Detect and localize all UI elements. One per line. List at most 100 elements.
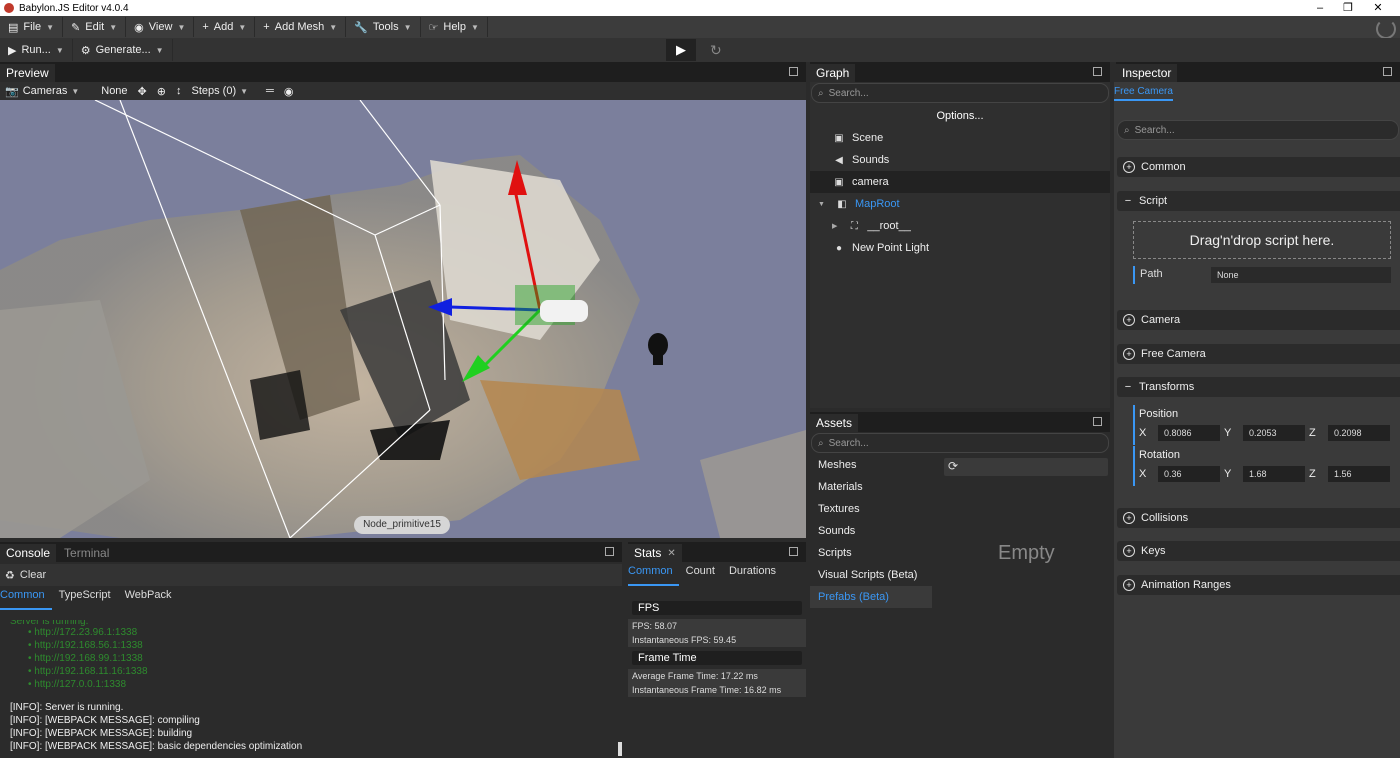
frame-time-section[interactable]: Frame Time — [632, 651, 802, 665]
console-output[interactable]: Server is running. • http://172.23.96.1:… — [0, 620, 622, 758]
rotation-x-field[interactable]: 0.36 — [1158, 466, 1220, 482]
log-url: • http://192.168.11.16:1338 — [28, 666, 148, 677]
menu-add[interactable]: + Add ▼ — [194, 17, 256, 37]
position-z-field[interactable]: 0.2098 — [1328, 425, 1390, 441]
graph-item-root[interactable]: ▶ ⛶ __root__ — [810, 215, 1110, 237]
maximize-icon[interactable] — [605, 547, 614, 556]
assets-search-input[interactable]: ⌕ Search... — [811, 433, 1109, 453]
rotate-icon[interactable]: ⊕ — [152, 82, 171, 100]
generate-button[interactable]: ⚙ Generate... ▼ — [73, 39, 173, 61]
search-icon: ⌕ — [1124, 124, 1130, 136]
steps-dropdown[interactable]: Steps (0) ▼ — [186, 82, 253, 100]
asset-category-prefabs[interactable]: Prefabs (Beta) — [810, 586, 932, 608]
section-keys[interactable]: + Keys — [1117, 541, 1400, 561]
eye-icon: ◉ — [134, 21, 144, 34]
asset-category-visual-scripts[interactable]: Visual Scripts (Beta) — [810, 564, 932, 586]
cameras-dropdown[interactable]: 📷 Cameras ▼ — [0, 82, 84, 100]
maximize-icon[interactable] — [1093, 417, 1102, 426]
inspector-search-input[interactable]: ⌕ Search... — [1117, 120, 1399, 140]
rotation-z-field[interactable]: 1.56 — [1328, 466, 1390, 482]
log-line: [INFO]: Server is running. — [10, 702, 124, 713]
tab-terminal[interactable]: Terminal — [58, 544, 116, 562]
tab-inspector[interactable]: Inspector — [1116, 64, 1178, 82]
tab-label: Inspector — [1122, 66, 1172, 80]
asset-category-sounds[interactable]: Sounds — [810, 520, 932, 542]
gizmo-none-button[interactable]: None — [96, 82, 132, 100]
chevron-right-icon[interactable]: ▶ — [832, 222, 837, 230]
path-dropdown[interactable]: None — [1211, 267, 1391, 283]
log-url: • http://127.0.0.1:1338 — [28, 679, 127, 690]
graph-item-scene[interactable]: ▣ Scene — [810, 127, 1110, 149]
menu-tools[interactable]: 🔧 Tools ▼ — [346, 17, 421, 37]
refresh-icon[interactable]: ⟳ — [948, 459, 958, 473]
tab-stats[interactable]: Stats ✕ — [628, 544, 682, 562]
restart-icon[interactable]: ↻ — [710, 42, 722, 59]
graph-item-camera[interactable]: ▣ camera — [810, 171, 1110, 193]
menu-help[interactable]: ☞ Help ▼ — [421, 17, 488, 37]
play-icon: ▶ — [676, 42, 686, 57]
grid-icon[interactable]: ═ — [261, 82, 279, 100]
position-x-field[interactable]: 0.8086 — [1158, 425, 1220, 441]
chevron-down-icon[interactable]: ▼ — [818, 201, 825, 208]
script-drop-zone[interactable]: Drag'n'drop script here. — [1133, 221, 1391, 259]
scale-icon[interactable]: ↕ — [171, 82, 187, 100]
maximize-icon[interactable] — [1383, 67, 1392, 76]
graph-search-input[interactable]: ⌕ Search... — [811, 83, 1109, 103]
play-scene-button[interactable]: ▶ — [666, 39, 696, 61]
options-button[interactable]: Options... — [810, 105, 1110, 127]
asset-category-textures[interactable]: Textures — [810, 498, 932, 520]
clear-button[interactable]: ♻ Clear — [0, 569, 46, 582]
menu-file[interactable]: ▤ File ▼ — [0, 17, 64, 37]
section-free-camera[interactable]: + Free Camera — [1117, 344, 1400, 364]
menu-edit[interactable]: ✎ Edit ▼ — [63, 17, 127, 37]
close-icon[interactable]: ✕ — [1358, 0, 1398, 16]
console-scrollbar[interactable] — [618, 742, 622, 756]
section-collisions[interactable]: + Collisions — [1117, 508, 1400, 528]
section-animation-ranges[interactable]: + Animation Ranges — [1117, 575, 1400, 595]
section-common[interactable]: + Common — [1117, 157, 1400, 177]
tab-assets[interactable]: Assets — [810, 414, 859, 432]
eye-icon[interactable]: ◉ — [279, 82, 299, 100]
graph-item-maproot[interactable]: ▼ ◧ MapRoot — [810, 193, 1110, 215]
tab-free-camera[interactable]: Free Camera — [1114, 86, 1173, 101]
maximize-icon[interactable] — [789, 67, 798, 76]
menu-view[interactable]: ◉ View ▼ — [126, 17, 195, 37]
maximize-icon[interactable] — [1093, 67, 1102, 76]
tab-durations[interactable]: Durations — [722, 562, 783, 586]
maximize-icon[interactable] — [789, 547, 798, 556]
item-label: New Point Light — [852, 242, 930, 254]
tab-count[interactable]: Count — [679, 562, 722, 586]
wrench-icon: 🔧 — [354, 21, 368, 34]
move-icon[interactable]: ✥ — [133, 82, 152, 100]
close-icon[interactable]: ✕ — [667, 548, 675, 559]
fps-section[interactable]: FPS — [632, 601, 802, 615]
tab-typescript[interactable]: TypeScript — [52, 586, 118, 610]
rotation-y-field[interactable]: 1.68 — [1243, 466, 1305, 482]
generate-label: Generate... — [95, 44, 151, 56]
graph-item-sounds[interactable]: ◀ Sounds — [810, 149, 1110, 171]
section-label: Camera — [1141, 314, 1181, 326]
graph-item-point-light[interactable]: ● New Point Light — [810, 237, 1110, 259]
tab-common[interactable]: Common — [628, 562, 679, 586]
position-y-field[interactable]: 0.2053 — [1243, 425, 1305, 441]
menu-label: Edit — [85, 21, 105, 33]
section-camera[interactable]: + Camera — [1117, 310, 1400, 330]
tab-common[interactable]: Common — [0, 586, 52, 610]
tab-console[interactable]: Console — [0, 544, 57, 562]
menu-add-mesh[interactable]: + Add Mesh ▼ — [255, 17, 347, 37]
collapse-icon: − — [1124, 195, 1132, 207]
run-button[interactable]: ▶ Run... ▼ — [0, 39, 73, 61]
babylon-logo-icon — [4, 3, 14, 13]
scene-viewport[interactable]: Node_primitive15 — [0, 100, 806, 538]
section-transforms[interactable]: − Transforms — [1117, 377, 1400, 397]
tab-webpack[interactable]: WebPack — [118, 586, 179, 610]
url-text: http://192.168.99.1:1338 — [34, 653, 143, 664]
caret-down-icon: ▼ — [240, 86, 249, 96]
asset-category-materials[interactable]: Materials — [810, 476, 932, 498]
asset-category-meshes[interactable]: Meshes — [810, 454, 932, 476]
asset-category-scripts[interactable]: Scripts — [810, 542, 932, 564]
expand-icon: + — [1123, 314, 1135, 326]
tab-graph[interactable]: Graph — [810, 64, 856, 82]
tab-preview[interactable]: Preview — [0, 64, 55, 82]
section-script[interactable]: − Script — [1117, 191, 1400, 211]
